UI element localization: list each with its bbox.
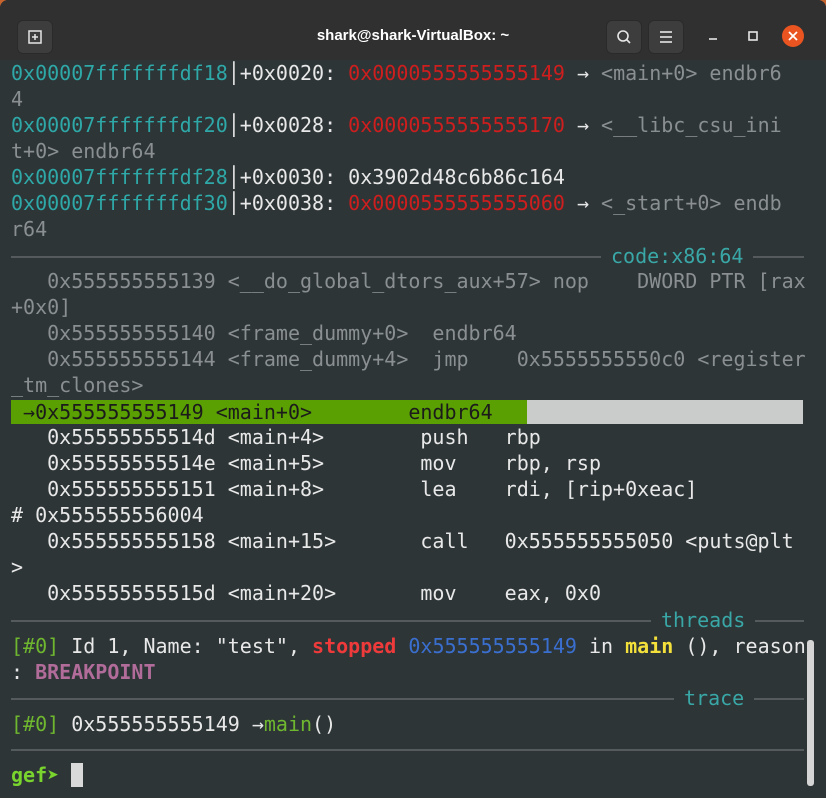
- stack-row-wrap: r64: [11, 217, 48, 241]
- menu-button[interactable]: [648, 20, 684, 54]
- hamburger-menu-icon: [660, 31, 672, 43]
- stack-row-wrap: t+0> endbr64: [11, 139, 156, 163]
- text-cursor: [71, 763, 84, 787]
- maximize-icon: [748, 31, 758, 41]
- minimize-button[interactable]: [703, 26, 723, 46]
- code-line: 0x555555555151 <main+8> lea rdi, [rip+0x…: [11, 477, 698, 501]
- stack-row-wrap: 4: [11, 87, 24, 111]
- minimize-icon: [709, 38, 717, 40]
- code-line: 0x55555555514e <main+5> mov rbp, rsp: [11, 451, 602, 475]
- stack-row: 0x00007fffffffdf28│+0x0030: 0x3902d48c6b…: [11, 165, 565, 189]
- search-button[interactable]: [606, 20, 642, 54]
- title-bar: shark@shark-VirtualBox: ~: [0, 0, 826, 60]
- thread-line: [#0] Id 1, Name: "test", stopped 0x55555…: [11, 634, 806, 658]
- maximize-button[interactable]: [743, 26, 763, 46]
- stack-row: 0x00007fffffffdf18│+0x0020: 0x0000555555…: [11, 61, 782, 85]
- trace-line: [#0] 0x555555555149 →main(): [11, 712, 337, 736]
- code-line: _tm_clones>: [11, 373, 144, 397]
- code-line: 0x55555555515d <main+20> mov eax, 0x0: [11, 581, 602, 605]
- close-icon: [788, 31, 798, 41]
- close-button[interactable]: [782, 25, 804, 47]
- code-line: 0x555555555158 <main+15> call 0x55555555…: [11, 529, 794, 553]
- stack-row: 0x00007fffffffdf20│+0x0028: 0x0000555555…: [11, 113, 782, 137]
- thread-line-wrap: : BREAKPOINT: [11, 660, 156, 684]
- code-line: 0x55555555514d <main+4> push rbp: [11, 425, 541, 449]
- scrollbar[interactable]: [807, 640, 814, 786]
- stack-row: 0x00007fffffffdf30│+0x0038: 0x0000555555…: [11, 191, 782, 215]
- code-line: 0x555555555144 <frame_dummy+4> jmp 0x555…: [11, 347, 806, 371]
- code-line: >: [11, 555, 24, 579]
- code-line: +0x0]: [11, 295, 72, 319]
- terminal-window: shark@shark-VirtualBox: ~ 0x00007fffffff…: [0, 0, 826, 798]
- trace-section-label: trace: [674, 685, 755, 711]
- gef-prompt[interactable]: gef➤: [11, 762, 84, 788]
- code-line: 0x555555555140 <frame_dummy+0> endbr64: [11, 321, 517, 345]
- current-instruction: →0x555555555149 <main+0> endbr64: [11, 400, 493, 424]
- search-icon: [617, 30, 631, 44]
- prompt-separator: [11, 749, 804, 751]
- code-section-label: code:x86:64: [601, 243, 754, 269]
- threads-section-label: threads: [651, 607, 756, 633]
- terminal-output[interactable]: 0x00007fffffffdf18│+0x0020: 0x0000555555…: [11, 60, 806, 798]
- code-line: # 0x555555556004: [11, 503, 204, 527]
- code-line: 0x555555555139 <__do_global_dtors_aux+57…: [11, 269, 806, 293]
